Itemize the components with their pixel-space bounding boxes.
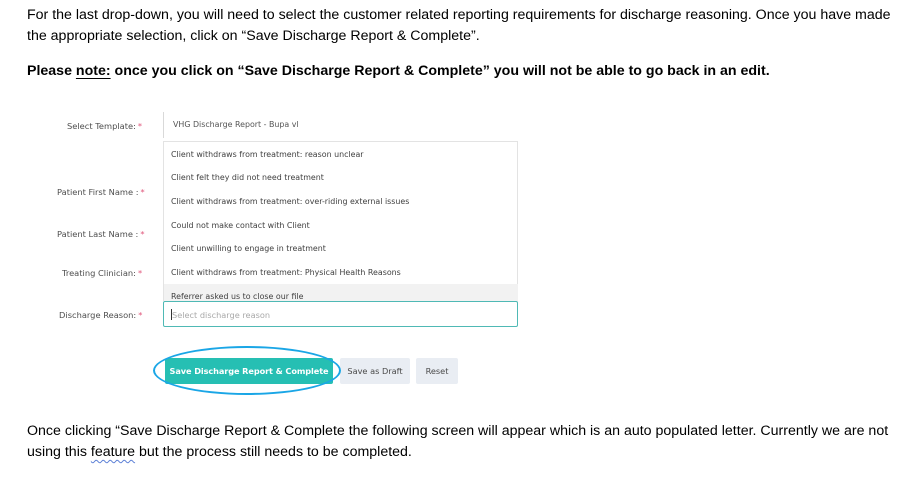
discharge-reason-input[interactable]: Select discharge reason	[163, 301, 518, 327]
discharge-reason-label: Discharge Reason: *	[59, 310, 143, 320]
dropdown-option[interactable]: Referrer asked us to close our file	[171, 292, 303, 301]
note-underlined: note:	[75, 63, 111, 79]
required-mark: *	[137, 268, 143, 278]
reset-button[interactable]: Reset	[416, 358, 458, 384]
select-template-label: Select Template: *	[67, 121, 143, 131]
dropdown-option[interactable]: Client withdraws from treatment: reason …	[171, 150, 364, 159]
outro-text-end: but the process still needs to be comple…	[135, 444, 412, 460]
patient-last-name-label: Patient Last Name : *	[57, 229, 145, 239]
dropdown-option[interactable]: Could not make contact with Client	[171, 221, 310, 230]
intro-paragraph: For the last drop-down, you will need to…	[27, 7, 891, 44]
patient-first-name-label: Patient First Name : *	[57, 187, 145, 197]
note-text: once you click on “Save Discharge Report…	[110, 63, 770, 79]
save-discharge-report-complete-button[interactable]: Save Discharge Report & Complete	[165, 358, 333, 384]
save-as-draft-button[interactable]: Save as Draft	[340, 358, 410, 384]
dropdown-option[interactable]: Client withdraws from treatment: Physica…	[171, 268, 401, 277]
discharge-reason-dropdown-list: Client withdraws from treatment: reason …	[163, 141, 518, 302]
required-mark: *	[140, 187, 145, 197]
dropdown-option[interactable]: Client withdraws from treatment: over-ri…	[171, 197, 409, 206]
required-mark: *	[138, 310, 143, 320]
required-mark: *	[137, 121, 143, 131]
dropdown-option[interactable]: Client felt they did not need treatment	[171, 173, 324, 182]
outro-underlined: feature	[90, 444, 136, 460]
treating-clinician-label: Treating Clinician: *	[62, 268, 143, 278]
note-prefix: Please	[27, 63, 76, 79]
note-paragraph: Please note: once you click on “Save Dis…	[27, 61, 770, 82]
required-mark: *	[140, 229, 145, 239]
dropdown-option[interactable]: Client unwilling to engage in treatment	[171, 244, 326, 253]
template-select[interactable]: VHG Discharge Report - Bupa vl	[163, 112, 517, 138]
outro-paragraph: Once clicking “Save Discharge Report & C…	[27, 421, 912, 463]
